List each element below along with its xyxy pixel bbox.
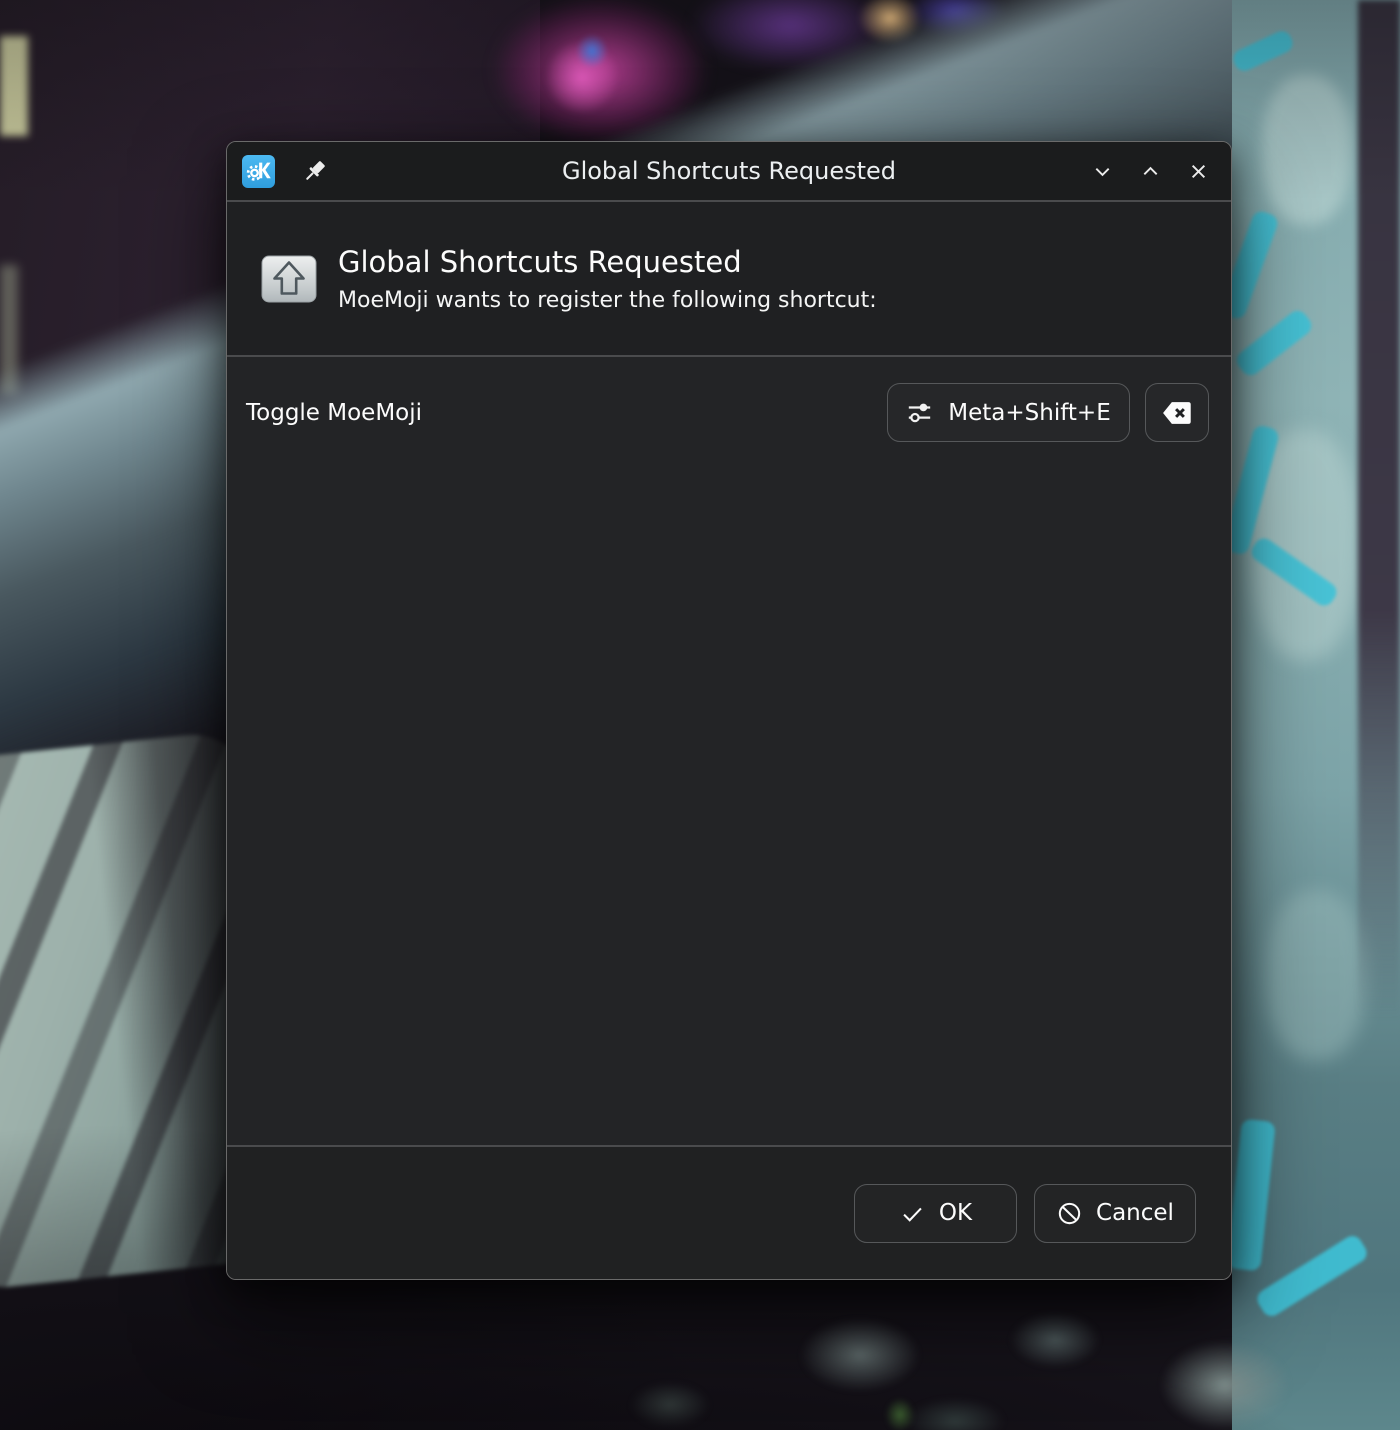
background-stone [800, 1318, 920, 1392]
background-graffiti-stroke [1254, 1232, 1371, 1319]
window-controls [1085, 154, 1216, 189]
chevron-up-icon [1137, 158, 1164, 185]
window-title: Global Shortcuts Requested [227, 157, 1231, 185]
titlebar[interactable]: Global Shortcuts Requested [227, 142, 1231, 202]
ok-button[interactable]: OK [854, 1184, 1017, 1243]
shift-key-icon [261, 255, 317, 303]
close-icon [1185, 158, 1212, 185]
dialog-header: Global Shortcuts Requested MoeMoji wants… [227, 202, 1231, 357]
backspace-icon [1158, 397, 1196, 429]
minimize-button[interactable] [1085, 154, 1120, 189]
header-subtitle: MoeMoji wants to register the following … [338, 288, 877, 313]
header-text: Global Shortcuts Requested MoeMoji wants… [338, 244, 877, 312]
dialog-footer: OK Cancel [227, 1145, 1231, 1279]
cancel-button[interactable]: Cancel [1034, 1184, 1196, 1243]
sliders-icon [906, 400, 933, 425]
background-wall-patch [1262, 75, 1352, 225]
ok-button-label: OK [939, 1200, 972, 1226]
background-wall-edge [1358, 0, 1400, 1020]
background-graffiti-stroke [1233, 307, 1315, 379]
background-stone [1160, 1340, 1290, 1430]
shortcut-row: Toggle MoeMoji Meta+Shift+E [246, 383, 1209, 442]
background-lit-window [0, 36, 28, 136]
dialog-content: Toggle MoeMoji Meta+Shift+E [227, 357, 1231, 1145]
pin-icon [301, 158, 328, 185]
clear-shortcut-button[interactable] [1145, 383, 1209, 442]
background-graffiti-stroke [1226, 1119, 1275, 1272]
kde-logo-icon [242, 155, 275, 188]
background-plant [885, 1398, 915, 1430]
maximize-button[interactable] [1133, 154, 1168, 189]
chevron-down-icon [1089, 158, 1116, 185]
pin-button[interactable] [298, 155, 330, 187]
background-graffiti-wall [1232, 0, 1400, 1430]
background-wall-patch [1266, 890, 1366, 1060]
shortcut-action-label: Toggle MoeMoji [246, 400, 422, 426]
header-title: Global Shortcuts Requested [338, 244, 877, 280]
global-shortcuts-dialog: Global Shortcuts Requested [226, 141, 1232, 1280]
background-stone [905, 1398, 1005, 1430]
background-stone [1010, 1312, 1100, 1368]
cancel-icon [1056, 1200, 1083, 1227]
close-button[interactable] [1181, 154, 1216, 189]
shortcut-button[interactable]: Meta+Shift+E [887, 383, 1130, 442]
shortcut-button-label: Meta+Shift+E [948, 400, 1110, 426]
background-neon-glow [576, 34, 608, 68]
check-icon [899, 1200, 926, 1227]
background-stone [630, 1382, 710, 1428]
cancel-button-label: Cancel [1096, 1200, 1174, 1226]
background-graffiti-stroke [1230, 28, 1295, 74]
